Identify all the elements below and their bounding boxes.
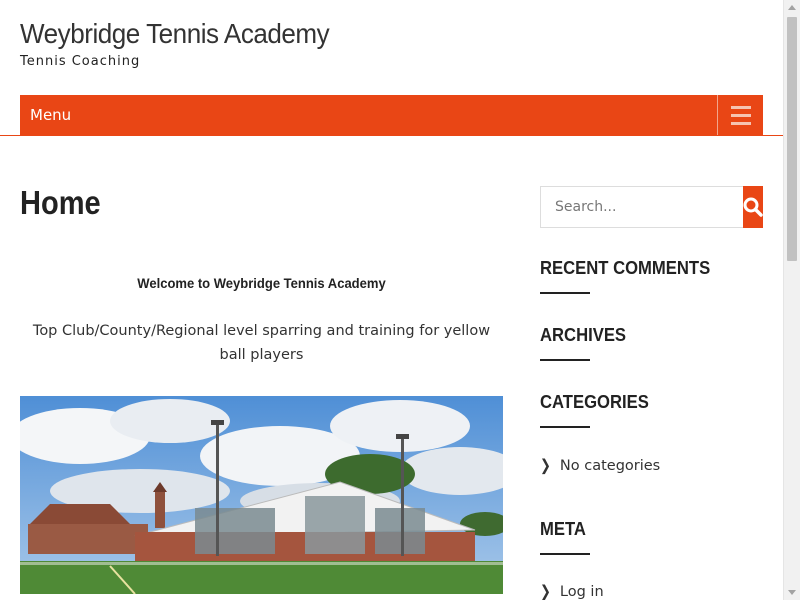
welcome-heading: Welcome to Weybridge Tennis Academy <box>137 275 386 291</box>
chevron-right-icon: ❯ <box>540 457 551 475</box>
widget-divider <box>540 359 590 361</box>
widget-divider <box>540 553 590 555</box>
widget-divider <box>540 292 590 294</box>
search-form <box>540 186 763 228</box>
meta-title: META <box>540 518 586 539</box>
site-description: Tennis Coaching <box>20 54 141 69</box>
chevron-right-icon: ❯ <box>540 583 551 600</box>
widget-divider <box>540 426 590 428</box>
nav-divider <box>0 135 783 136</box>
categories-item-label: No categories <box>559 458 661 474</box>
categories-list-item: ❯ No categories <box>540 457 661 475</box>
tennis-centre-photo <box>20 396 503 594</box>
scroll-up-arrow-icon[interactable] <box>788 5 796 10</box>
recent-comments-title: RECENT COMMENTS <box>540 257 711 278</box>
meta-list-item[interactable]: ❯ Log in <box>540 583 604 600</box>
lead-paragraph: Top Club/County/Regional level sparring … <box>32 323 491 363</box>
site-header: Weybridge Tennis Academy Tennis Coaching <box>20 18 353 69</box>
scroll-down-arrow-icon[interactable] <box>788 590 796 595</box>
vertical-scrollbar[interactable] <box>783 0 800 600</box>
page-title: Home <box>20 184 101 221</box>
site-title[interactable]: Weybridge Tennis Academy <box>20 18 330 50</box>
hamburger-icon[interactable] <box>717 95 763 135</box>
scrollbar-thumb[interactable] <box>787 17 797 261</box>
search-button[interactable] <box>743 186 763 228</box>
archives-title: ARCHIVES <box>540 324 627 345</box>
search-icon <box>743 197 763 217</box>
categories-title: CATEGORIES <box>540 391 649 412</box>
search-input[interactable] <box>540 186 743 228</box>
main-navigation: Menu <box>20 95 763 135</box>
login-link[interactable]: Log in <box>560 584 604 600</box>
menu-label[interactable]: Menu <box>20 106 717 124</box>
